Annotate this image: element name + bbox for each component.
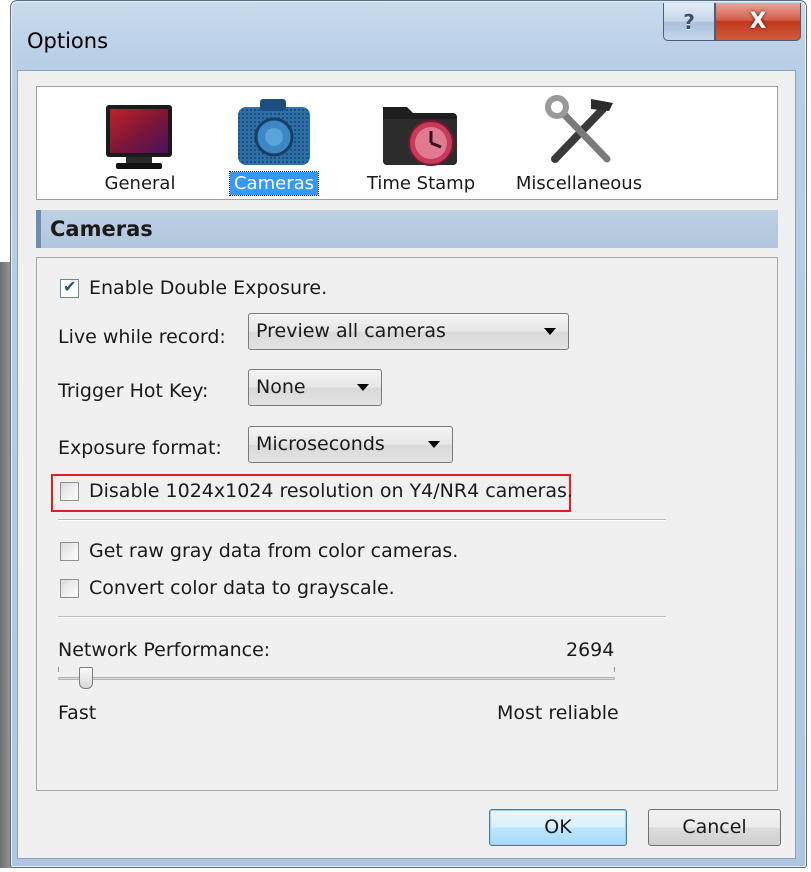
toolbar-item-label: Miscellaneous bbox=[515, 173, 643, 194]
toolbar-item-cameras[interactable]: Cameras bbox=[219, 87, 329, 199]
disable-1024-checkbox[interactable] bbox=[60, 482, 79, 501]
exposure-format-value: Microseconds bbox=[256, 433, 385, 455]
trigger-hot-key-label: Trigger Hot Key: bbox=[58, 380, 209, 402]
monitor-icon bbox=[106, 105, 172, 169]
convert-gray-label: Convert color data to grayscale. bbox=[89, 577, 395, 599]
title-bar[interactable]: Options ? X bbox=[11, 1, 806, 71]
cancel-button[interactable]: Cancel bbox=[648, 809, 781, 846]
toolbar-item-label: Cameras bbox=[228, 171, 320, 196]
exposure-format-label: Exposure format: bbox=[58, 437, 222, 459]
dialog-client-area: General Cameras Time Stamp Miscellaneous… bbox=[17, 70, 796, 859]
live-while-record-label: Live while record: bbox=[58, 326, 226, 348]
camera-icon bbox=[238, 99, 310, 165]
window-title: Options bbox=[27, 29, 109, 53]
help-button[interactable]: ? bbox=[663, 3, 715, 41]
slider-tick bbox=[58, 667, 59, 672]
ok-button[interactable]: OK bbox=[489, 809, 627, 846]
close-button[interactable]: X bbox=[715, 3, 801, 41]
category-toolbar: General Cameras Time Stamp Miscellaneous bbox=[36, 86, 778, 200]
divider bbox=[58, 616, 666, 618]
chevron-down-icon bbox=[544, 328, 556, 335]
network-performance-value: 2694 bbox=[566, 639, 615, 661]
network-performance-track[interactable] bbox=[58, 677, 615, 680]
exposure-format-select[interactable]: Microseconds bbox=[248, 426, 453, 463]
live-while-record-select[interactable]: Preview all cameras bbox=[248, 313, 569, 350]
close-icon: X bbox=[749, 9, 767, 34]
convert-gray-checkbox[interactable] bbox=[60, 579, 79, 598]
double-exposure-checkbox[interactable] bbox=[60, 277, 79, 298]
toolbar-item-label: General bbox=[104, 173, 176, 194]
clock-folder-icon bbox=[383, 107, 457, 166]
double-exposure-label: Enable Double Exposure. bbox=[89, 277, 328, 299]
slider-max-label: Most reliable bbox=[497, 702, 619, 724]
live-while-record-value: Preview all cameras bbox=[256, 320, 446, 342]
toolbar-item-general[interactable]: General bbox=[85, 87, 195, 199]
trigger-hot-key-select[interactable]: None bbox=[248, 369, 382, 406]
section-header: Cameras bbox=[36, 210, 778, 248]
divider bbox=[58, 519, 666, 521]
chevron-down-icon bbox=[357, 384, 369, 391]
tools-icon bbox=[545, 95, 613, 163]
disable-1024-label: Disable 1024x1024 resolution on Y4/NR4 c… bbox=[89, 480, 573, 502]
toolbar-item-label: Time Stamp bbox=[366, 173, 476, 194]
network-performance-label: Network Performance: bbox=[58, 639, 271, 661]
toolbar-item-time-stamp[interactable]: Time Stamp bbox=[355, 87, 487, 199]
slider-tick bbox=[614, 667, 615, 672]
question-mark-icon: ? bbox=[683, 9, 695, 34]
slider-min-label: Fast bbox=[58, 702, 97, 724]
chevron-down-icon bbox=[428, 441, 440, 448]
raw-gray-label: Get raw gray data from color cameras. bbox=[89, 540, 459, 562]
toolbar-item-miscellaneous[interactable]: Miscellaneous bbox=[501, 87, 657, 199]
raw-gray-checkbox[interactable] bbox=[60, 542, 79, 561]
trigger-hot-key-value: None bbox=[256, 376, 306, 398]
network-performance-slider[interactable] bbox=[79, 667, 93, 689]
